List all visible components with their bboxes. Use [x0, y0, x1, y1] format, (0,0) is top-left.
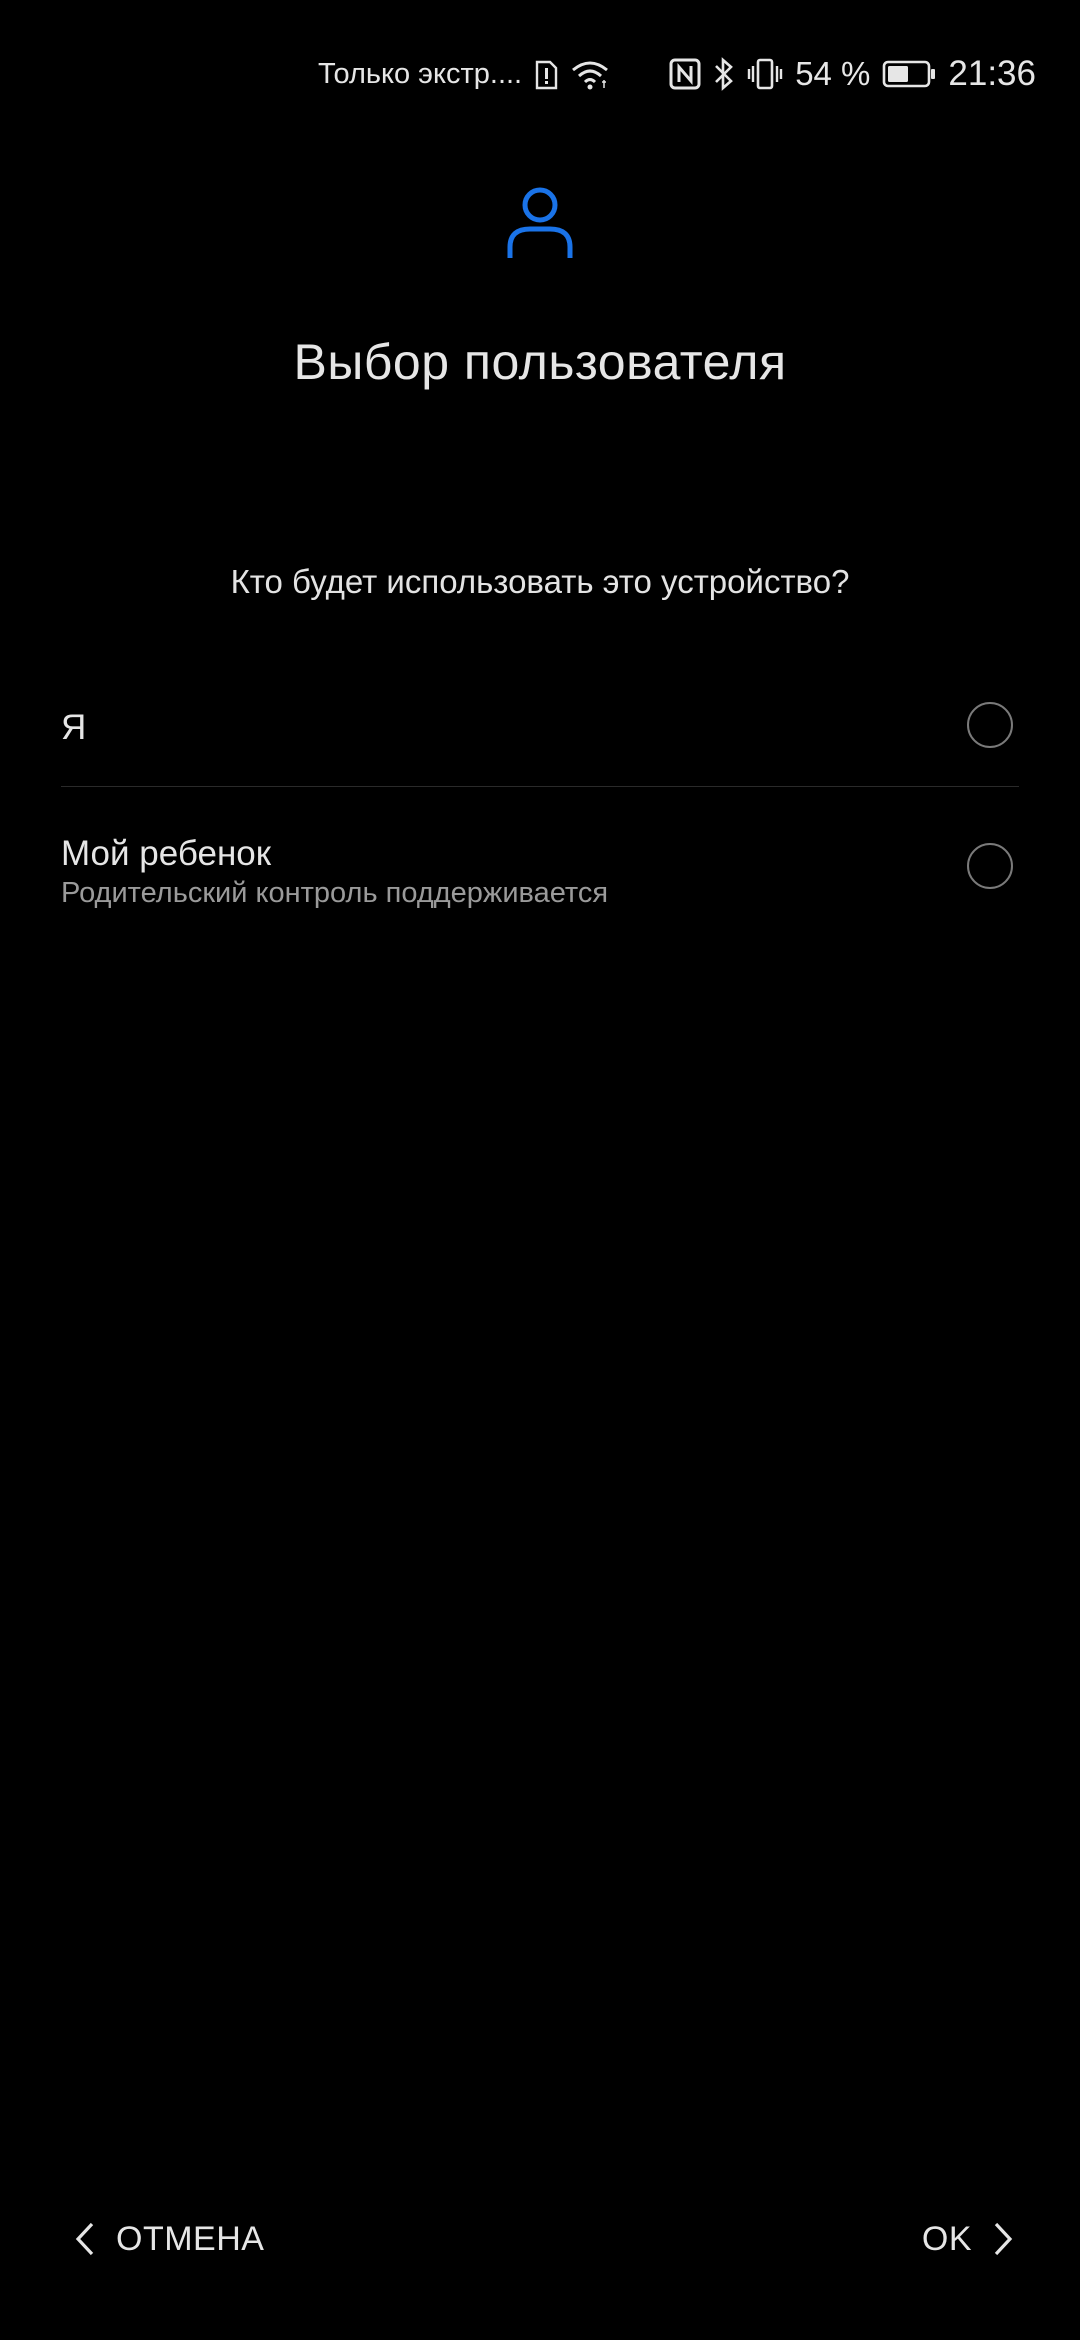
person-icon [505, 185, 575, 261]
carrier-text: Только экстр.... [318, 58, 523, 90]
option-me-radio[interactable] [967, 702, 1013, 748]
nfc-icon [669, 58, 701, 90]
wifi-icon [570, 60, 610, 90]
chevron-left-icon [74, 2221, 96, 2257]
battery-percent: 54 % [795, 55, 871, 92]
option-me[interactable]: Я [61, 674, 1019, 787]
clock: 21:36 [948, 54, 1036, 93]
chevron-right-icon [992, 2221, 1014, 2257]
option-my-child[interactable]: Мой ребенок Родительский контроль поддер… [61, 788, 1019, 948]
ok-button-label: OK [921, 2219, 972, 2258]
option-my-child-sublabel: Родительский контроль поддерживается [61, 877, 609, 909]
cancel-button-label: ОТМЕНА [116, 2219, 265, 2258]
status-right: 54 % 21:36 [669, 54, 1036, 94]
battery-icon [882, 60, 936, 88]
option-my-child-label: Мой ребенок [61, 834, 272, 873]
status-bar: Только экстр.... 54 % 21:36 [0, 0, 1080, 150]
option-my-child-radio[interactable] [967, 843, 1013, 889]
ok-button[interactable]: OK [922, 2210, 1014, 2268]
page-title: Выбор пользователя [293, 334, 787, 390]
cancel-button[interactable]: ОТМЕНА [74, 2210, 264, 2268]
status-left: Только экстр.... [318, 58, 610, 91]
vibrate-icon [747, 58, 783, 90]
bluetooth-icon [713, 57, 735, 91]
option-me-label: Я [61, 708, 87, 747]
sim-alert-icon [534, 60, 558, 90]
question-text: Кто будет использовать это устройство? [230, 563, 850, 600]
